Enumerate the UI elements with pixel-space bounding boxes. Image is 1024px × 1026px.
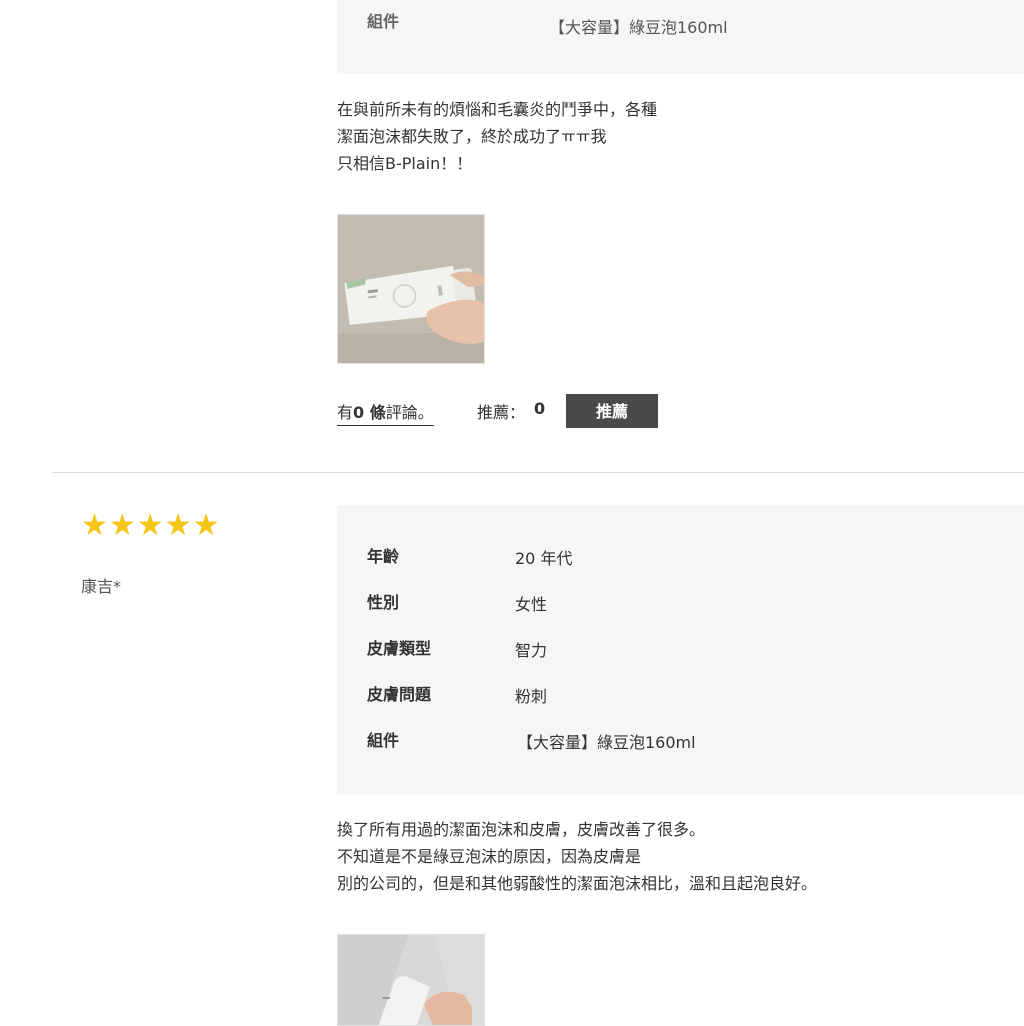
info-row-skin-problem: 皮膚問題 粉刺 [367, 681, 1024, 706]
review-text: 在與前所未有的煩惱和毛囊炎的鬥爭中，各種 潔面泡沫都失敗了，終於成功了ㅠㅠ我 只… [337, 96, 657, 177]
review-text-line: 不知道是不是綠豆泡沫的原因，因為皮膚是 [337, 847, 642, 866]
review-text-line: 別的公司的，但是和其他弱酸性的潔面泡沫相比，溫和且起泡良好。 [337, 874, 818, 893]
review-photo[interactable] [337, 934, 485, 1026]
comments-count: 0 條 [353, 403, 386, 422]
info-row-skin-type: 皮膚類型 智力 [367, 635, 1024, 660]
review-divider [52, 472, 1024, 473]
reviewer-name: 康吉* [81, 577, 122, 596]
info-value: 【大容量】綠豆泡160ml [549, 18, 728, 37]
info-label: 組件 [367, 731, 400, 750]
review-text: 換了所有用過的潔面泡沫和皮膚，皮膚改善了很多。 不知道是不是綠豆泡沫的原因，因為… [337, 816, 817, 897]
info-value: 【大容量】綠豆泡160ml [517, 733, 696, 752]
info-row-component: 組件 【大容量】綠豆泡160ml [367, 6, 1024, 37]
info-row-gender: 性別 女性 [367, 589, 1024, 614]
review-text-line: 換了所有用過的潔面泡沫和皮膚，皮膚改善了很多。 [337, 820, 706, 839]
info-label: 性別 [367, 593, 400, 612]
product-tube-photo [338, 935, 484, 1025]
review-photo[interactable] [337, 214, 485, 364]
recommend-button[interactable]: 推薦 [566, 394, 658, 428]
comments-suffix: 評論。 [385, 403, 434, 422]
info-value: 粉刺 [515, 687, 548, 706]
product-tube-photo [338, 215, 484, 363]
review-text-line: 潔面泡沫都失敗了，終於成功了ㅠㅠ我 [337, 127, 607, 146]
info-value: 女性 [515, 595, 548, 614]
review-info-box: 年齡 20 年代 性別 女性 皮膚類型 智力 皮膚問題 粉刺 組件 【大容量】綠… [337, 505, 1024, 795]
info-value: 20 年代 [515, 549, 573, 568]
info-row-age: 年齡 20 年代 [367, 543, 1024, 568]
review-text-line: 只相信B-Plain！！ [337, 154, 473, 173]
comments-link[interactable]: 有0 條評論。 [337, 399, 434, 426]
info-label: 組件 [367, 12, 400, 31]
review-text-line: 在與前所未有的煩惱和毛囊炎的鬥爭中，各種 [337, 100, 658, 119]
info-label: 皮膚類型 [367, 639, 432, 658]
info-row-component: 組件 【大容量】綠豆泡160ml [367, 727, 1024, 752]
recommend-label: 推薦： [477, 403, 526, 422]
info-label: 皮膚問題 [367, 685, 432, 704]
comments-prefix: 有 [337, 403, 354, 422]
recommend-count: 0 [534, 399, 546, 418]
star-rating: ★★★★★ [81, 508, 221, 543]
review-info-box: 組件 【大容量】綠豆泡160ml [337, 0, 1024, 74]
info-label: 年齡 [367, 547, 400, 566]
info-value: 智力 [515, 641, 548, 660]
